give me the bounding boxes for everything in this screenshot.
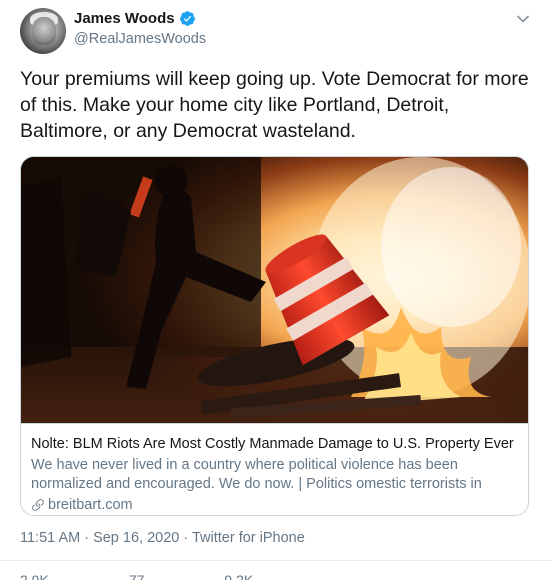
card-domain-label: breitbart.com <box>48 497 133 513</box>
display-name[interactable]: James Woods <box>74 10 175 27</box>
link-card[interactable]: Nolte: BLM Riots Are Most Costly Manmade… <box>20 156 529 516</box>
link-icon <box>32 499 44 511</box>
chevron-down-icon[interactable] <box>516 12 530 26</box>
verified-badge-icon <box>179 10 196 27</box>
retweet-count[interactable]: 2.9K <box>20 572 49 580</box>
handle[interactable]: @RealJamesWoods <box>74 31 206 47</box>
card-body: Nolte: BLM Riots Are Most Costly Manmade… <box>21 423 528 515</box>
avatar[interactable] <box>20 8 66 54</box>
card-description: We have never lived in a country where p… <box>31 457 482 492</box>
card-title[interactable]: Nolte: BLM Riots Are Most Costly Manmade… <box>31 434 520 454</box>
card-image[interactable] <box>21 157 528 423</box>
tweet: James Woods @RealJamesWoods Your premium… <box>0 0 552 580</box>
quote-count[interactable]: 77 <box>129 572 145 580</box>
tweet-text: Your premiums will keep going up. Vote D… <box>20 68 529 142</box>
divider <box>0 560 552 561</box>
tweet-stats: 2.9K 77 9.2K <box>20 572 532 580</box>
like-count[interactable]: 9.2K <box>224 572 253 580</box>
card-domain[interactable]: breitbart.com <box>31 496 520 514</box>
avatar-face <box>32 17 56 45</box>
tweet-timestamp[interactable]: 11:51 AM · Sep 16, 2020 · Twitter for iP… <box>20 530 305 546</box>
riot-fire-photo <box>21 157 528 423</box>
author-name-row: James Woods <box>74 10 196 27</box>
